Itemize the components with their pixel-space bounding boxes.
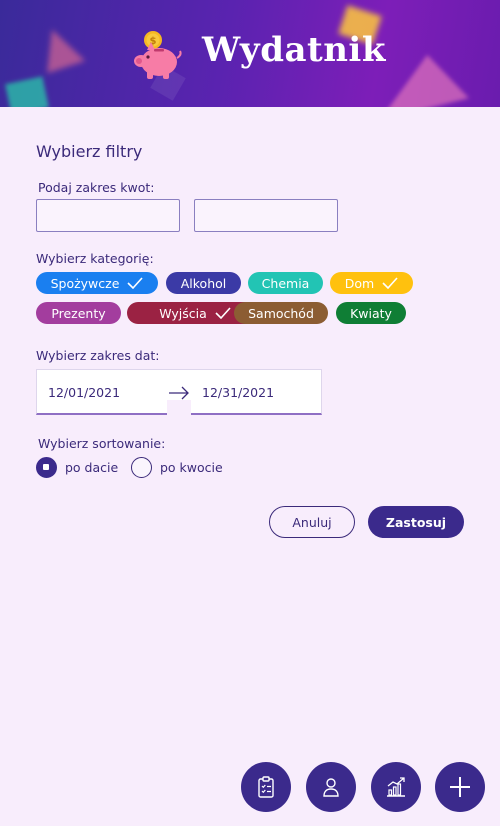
chip-label: Dom <box>344 275 375 291</box>
nav-stats-button[interactable] <box>371 762 421 812</box>
chip-label: Chemia <box>261 275 310 291</box>
category-label: Wybierz kategorię: <box>36 251 154 266</box>
date-from[interactable]: 12/01/2021 <box>48 385 120 400</box>
checkmark-icon <box>215 307 231 319</box>
arrow-right-icon <box>169 386 189 400</box>
clipboard-list-icon <box>258 776 274 798</box>
nav-profile-button[interactable] <box>306 762 356 812</box>
checkmark-icon <box>127 277 144 289</box>
chip-label: Wyjścia <box>159 305 207 321</box>
user-icon <box>323 778 339 797</box>
category-chip-dom[interactable]: Dom <box>330 272 413 294</box>
chip-label: Kwiaty <box>350 305 392 321</box>
chip-label: Alkohol <box>180 275 227 291</box>
apply-button[interactable]: Zastosuj <box>368 506 464 538</box>
nav-list-button[interactable] <box>241 762 291 812</box>
decor-shape <box>5 76 49 107</box>
checkmark-icon <box>382 277 398 289</box>
category-chip-prezenty[interactable]: Prezenty <box>36 302 121 324</box>
decor-shape <box>34 22 86 74</box>
chart-icon <box>387 777 405 797</box>
sort-label: Wybierz sortowanie: <box>38 436 166 451</box>
amount-min-input[interactable] <box>36 199 180 232</box>
sort-by-date-radio[interactable] <box>36 457 57 478</box>
category-chip-samochod[interactable]: Samochód <box>234 302 328 324</box>
category-chip-chemia[interactable]: Chemia <box>248 272 323 294</box>
date-range-label: Wybierz zakres dat: <box>36 348 160 363</box>
app-header: $ Wydatnik <box>0 0 500 107</box>
cancel-button[interactable]: Anuluj <box>269 506 355 538</box>
sort-by-amount-radio[interactable] <box>131 457 152 478</box>
chip-label: Samochód <box>248 305 314 321</box>
amount-max-input[interactable] <box>194 199 338 232</box>
sort-by-amount-label: po kwocie <box>160 460 223 475</box>
page-title: Wybierz filtry <box>36 142 143 161</box>
category-chip-spozywcze[interactable]: Spożywcze <box>36 272 158 294</box>
sort-by-date-label: po dacie <box>65 460 119 475</box>
date-range-picker[interactable]: 12/01/2021 12/31/2021 <box>36 369 322 416</box>
plus-icon <box>450 777 470 797</box>
category-chip-kwiaty[interactable]: Kwiaty <box>336 302 406 324</box>
piggy-bank-logo-icon: $ <box>134 31 182 79</box>
date-to[interactable]: 12/31/2021 <box>202 385 274 400</box>
category-chip-alkohol[interactable]: Alkohol <box>166 272 241 294</box>
app-title: Wydatnik <box>202 30 386 70</box>
chip-label: Spożywcze <box>50 275 120 291</box>
amount-range-label: Podaj zakres kwot: <box>38 180 155 195</box>
chip-label: Prezenty <box>51 305 106 321</box>
nav-add-button[interactable] <box>435 762 485 812</box>
